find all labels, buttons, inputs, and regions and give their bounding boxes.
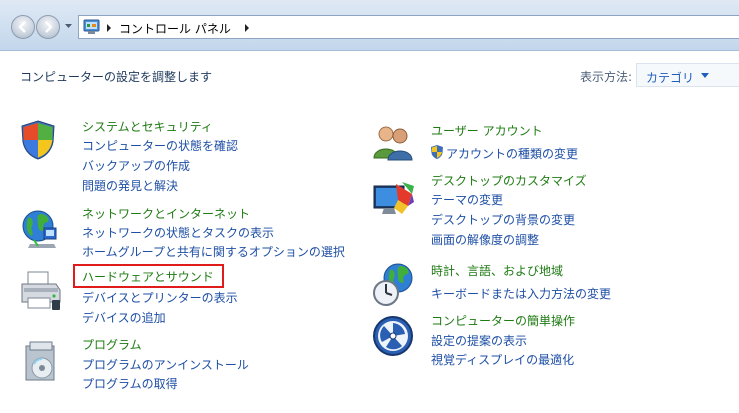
link-homegroup-sharing-options[interactable]: ホームグループと共有に関するオプションの選択 (82, 243, 345, 260)
link-show-suggested-settings[interactable]: 設定の提案の表示 (431, 332, 527, 349)
category-network-internet-title[interactable]: ネットワークとインターネット (82, 205, 250, 222)
view-by-label: 表示方法: (580, 70, 633, 84)
address-bar[interactable]: コントロール パネル (78, 15, 739, 39)
globe-network-icon[interactable] (20, 208, 60, 252)
category-hardware-sound-title[interactable]: ハードウェアとサウンド (82, 268, 214, 285)
link-optimize-visual-display[interactable]: 視覚ディスプレイの最適化 (431, 351, 574, 368)
link-get-programs[interactable]: プログラムの取得 (82, 375, 178, 392)
users-icon[interactable] (372, 122, 414, 162)
link-adjust-screen-resolution[interactable]: 画面の解像度の調整 (431, 231, 539, 248)
link-find-fix-problems[interactable]: 問題の発見と解決 (82, 177, 178, 194)
link-uninstall-program[interactable]: プログラムのアンインストール (82, 356, 249, 373)
view-by-dropdown[interactable]: カテゴリ (636, 63, 739, 87)
recent-pages-dropdown-icon[interactable] (64, 21, 73, 30)
clock-globe-icon[interactable] (372, 262, 416, 308)
category-programs-title[interactable]: プログラム (82, 336, 142, 353)
category-system-security-title[interactable]: システムとセキュリティ (82, 118, 213, 135)
category-appearance-title[interactable]: デスクトップのカスタマイズ (431, 172, 587, 189)
view-by-value: カテゴリ (646, 71, 695, 85)
chevron-down-icon (701, 73, 709, 78)
category-clock-language-region-title[interactable]: 時計、言語、および地域 (431, 262, 563, 279)
link-devices-printers[interactable]: デバイスとプリンターの表示 (82, 289, 238, 306)
shield-icon[interactable] (20, 120, 56, 160)
link-network-status-tasks[interactable]: ネットワークの状態とタスクの表示 (82, 224, 274, 241)
uac-shield-icon (431, 145, 443, 159)
programs-icon[interactable] (20, 340, 62, 384)
link-change-desktop-background[interactable]: デスクトップの背景の変更 (431, 211, 575, 228)
address-toolbar: コントロール パネル (0, 0, 739, 51)
printer-icon[interactable] (20, 270, 62, 312)
link-change-theme[interactable]: テーマの変更 (431, 191, 503, 208)
breadcrumb-control-panel[interactable]: コントロール パネル (119, 20, 231, 37)
category-user-accounts-title[interactable]: ユーザー アカウント (431, 122, 543, 139)
control-panel-icon (83, 19, 100, 34)
breadcrumb-chevron-icon[interactable] (243, 23, 251, 33)
link-check-computer-status[interactable]: コンピューターの状態を確認 (82, 137, 238, 154)
display-personalize-icon[interactable] (372, 180, 416, 222)
link-add-device[interactable]: デバイスの追加 (82, 309, 166, 326)
arrow-right-icon (45, 21, 53, 33)
category-ease-of-access-title[interactable]: コンピューターの簡単操作 (431, 312, 575, 329)
ease-of-access-icon[interactable] (372, 314, 414, 358)
arrow-left-icon (18, 21, 26, 33)
back-button[interactable] (11, 15, 35, 39)
link-change-keyboard-input[interactable]: キーボードまたは入力方法の変更 (431, 285, 611, 302)
breadcrumb-chevron-icon[interactable] (105, 23, 113, 33)
page-title: コンピューターの設定を調整します (20, 70, 213, 84)
link-change-account-type[interactable]: アカウントの種類の変更 (446, 145, 578, 162)
link-create-backup[interactable]: バックアップの作成 (82, 157, 190, 174)
forward-button[interactable] (36, 15, 60, 39)
